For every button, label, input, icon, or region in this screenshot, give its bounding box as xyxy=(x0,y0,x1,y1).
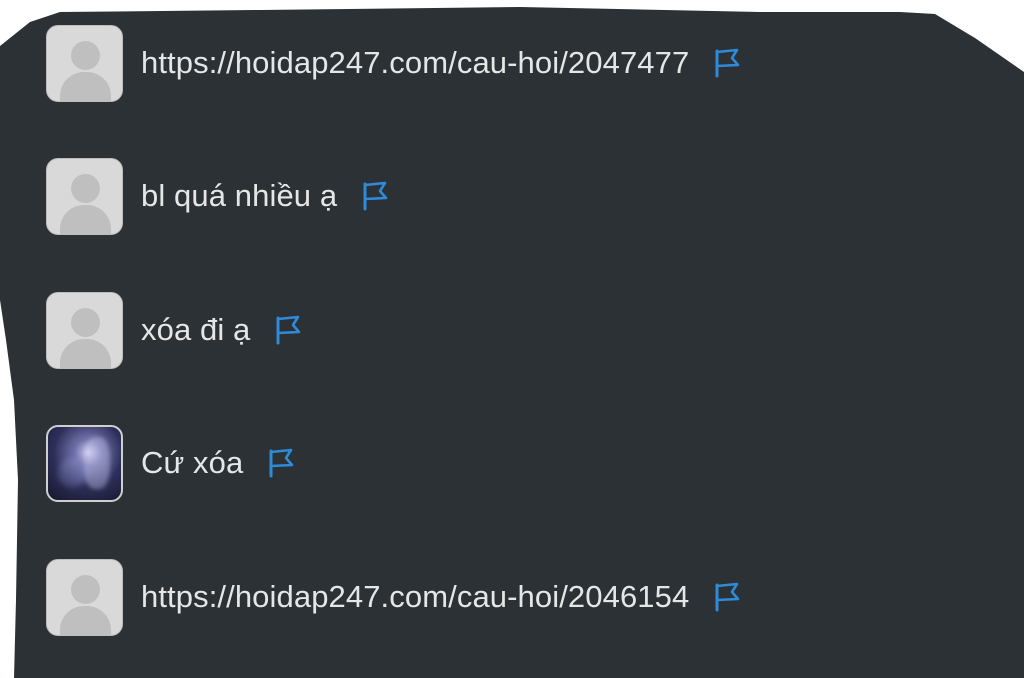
avatar-body-shape xyxy=(60,605,111,635)
comment-item: https://hoidap247.com/cau-hoi/2046154 xyxy=(46,558,741,636)
report-flag-icon[interactable] xyxy=(274,315,302,345)
avatar-head-shape xyxy=(71,574,100,604)
comment-text: bl quá nhiều ạ xyxy=(141,178,338,213)
avatar-photo-highlight xyxy=(84,436,110,489)
report-flag-icon[interactable] xyxy=(267,448,295,478)
comment-item: xóa đi ạ xyxy=(46,291,302,369)
comment-text: xóa đi ạ xyxy=(141,312,251,347)
comment-item: Cứ xóa xyxy=(46,424,295,502)
avatar-photo-shade xyxy=(58,456,88,487)
avatar[interactable] xyxy=(46,157,123,235)
avatar-head-shape xyxy=(71,173,100,203)
avatar-head-shape xyxy=(71,40,100,70)
avatar[interactable] xyxy=(46,424,123,502)
report-flag-icon[interactable] xyxy=(713,582,741,612)
avatar-body-shape xyxy=(60,71,111,101)
comment-text: https://hoidap247.com/cau-hoi/2047477 xyxy=(141,45,690,80)
avatar-head-shape xyxy=(71,307,100,337)
comment-item: bl quá nhiều ạ xyxy=(46,157,389,235)
comment-text: Cứ xóa xyxy=(141,445,244,480)
avatar-body-shape xyxy=(60,338,111,368)
avatar[interactable] xyxy=(46,558,123,636)
avatar[interactable] xyxy=(46,291,123,369)
avatar-body-shape xyxy=(60,204,111,234)
comment-item: https://hoidap247.com/cau-hoi/2047477 xyxy=(46,24,741,102)
report-flag-icon[interactable] xyxy=(713,48,741,78)
comment-text: https://hoidap247.com/cau-hoi/2046154 xyxy=(141,579,690,614)
avatar[interactable] xyxy=(46,24,123,102)
report-flag-icon[interactable] xyxy=(361,181,389,211)
